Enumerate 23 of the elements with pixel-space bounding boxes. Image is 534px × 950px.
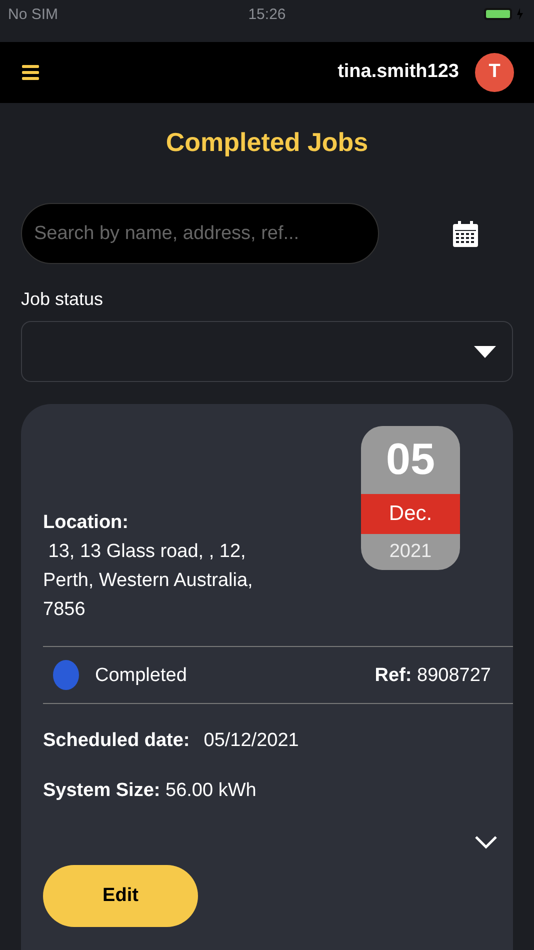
avatar[interactable]: T <box>475 53 514 92</box>
page-title: Completed Jobs <box>164 127 370 157</box>
username: tina.smith123 <box>338 60 459 84</box>
reference-text: Ref: 8908727 <box>374 664 491 688</box>
status-text: Completed <box>95 664 187 688</box>
calendar-icon[interactable] <box>453 220 478 246</box>
menu-icon[interactable] <box>22 65 39 80</box>
address-text: 13, 13 Glass road, , 12, Perth, Western Australia, 7856 <box>43 540 253 622</box>
scheduled-label: Scheduled date: <box>43 729 190 753</box>
scheduled-date: 05/12/2021 <box>204 729 299 753</box>
field-label: Job status <box>21 288 104 311</box>
system-size-text: System Size: 56.00 kWh <box>43 779 256 803</box>
edit-button[interactable]: Edit <box>43 865 198 927</box>
date-year: 2021 <box>388 540 433 564</box>
expand-chevron-icon[interactable] <box>474 835 498 849</box>
carrier-text: No SIM <box>8 5 58 25</box>
date-day: 05 <box>361 426 460 494</box>
battery-icon <box>484 7 526 21</box>
dropdown-caret-icon <box>474 346 496 358</box>
date-month: Dec. <box>361 494 460 534</box>
location-label: Location: <box>43 511 130 535</box>
search-field[interactable]: Search by name, address, ref... <box>21 203 379 264</box>
clock-text: 15:26 <box>247 5 287 25</box>
